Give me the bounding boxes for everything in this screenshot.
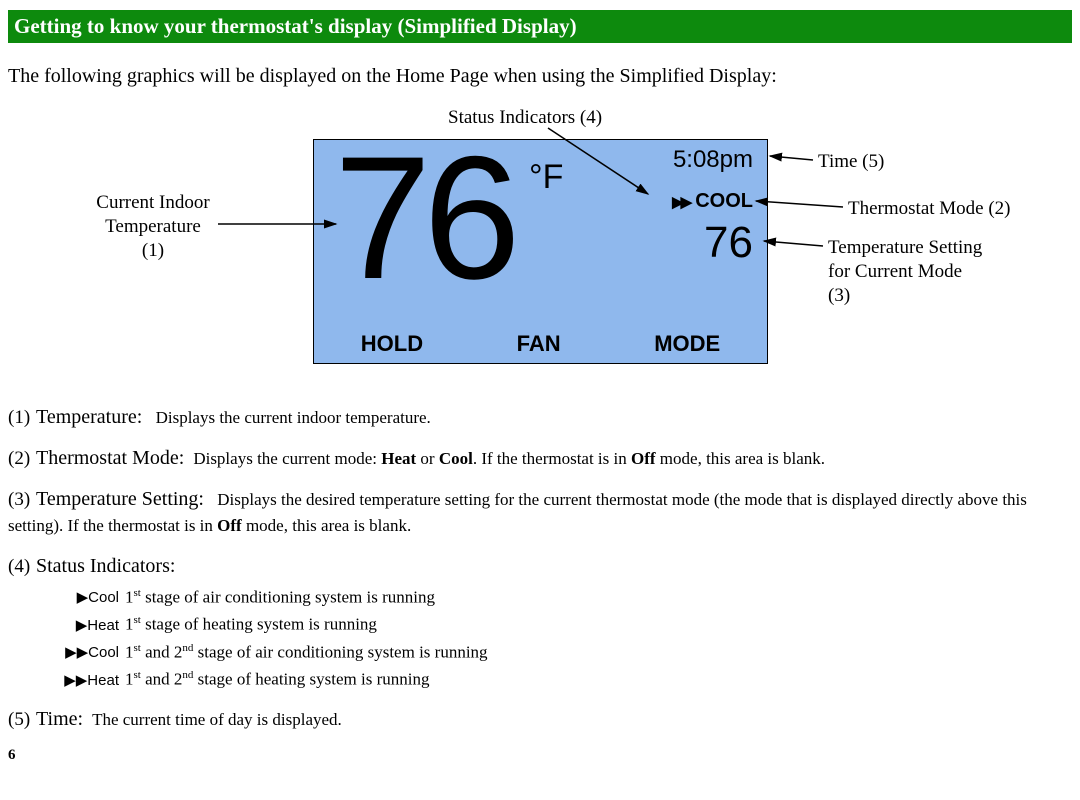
t: Off	[631, 449, 656, 468]
hold-button[interactable]: HOLD	[361, 331, 423, 357]
sym: ▶▶Heat	[60, 671, 125, 691]
list-item: (2)Thermostat Mode: Displays the current…	[8, 445, 1072, 472]
t: mode, this area is blank.	[656, 449, 826, 468]
mode-indicator: ▶▶ COOL	[672, 190, 753, 213]
sym: ▶Heat	[60, 616, 125, 636]
callout-setting-l1: Temperature Setting	[828, 236, 982, 260]
callout-setting-l2: for Current Mode	[828, 260, 982, 284]
clock: 5:08pm	[673, 146, 753, 174]
t: or	[416, 449, 439, 468]
t: stage of heating system is running	[141, 615, 377, 634]
callout-time: Time (5)	[818, 150, 884, 174]
item-lead: Temperature:	[36, 406, 142, 428]
t: stage of air conditioning system is runn…	[141, 587, 435, 606]
t: . If the thermostat is in	[473, 449, 631, 468]
intro-text: The following graphics will be displayed…	[8, 65, 1072, 88]
sym: ▶▶Cool	[60, 643, 125, 663]
t: 1	[125, 587, 134, 606]
thermostat-screen: 76 °F 5:08pm ▶▶ COOL 76 HOLD FAN MODE	[313, 139, 768, 364]
list-item: (5)Time: The current time of day is disp…	[8, 706, 1072, 733]
item-body: Displays the current indoor temperature.	[156, 408, 431, 427]
mode-text: COOL	[695, 190, 753, 213]
diagram: Status Indicators (4) Time (5) Thermosta…	[8, 106, 1068, 386]
t: Cool	[439, 449, 473, 468]
t: Off	[217, 516, 242, 535]
page-number: 6	[8, 747, 1072, 764]
item-lead: Temperature Setting:	[36, 488, 204, 510]
callout-current: Current Indoor Temperature (1)	[83, 191, 223, 262]
t: Displays the current mode:	[193, 449, 381, 468]
sym: ▶Cool	[60, 588, 125, 608]
callout-setting-l3: (3)	[828, 284, 982, 308]
t: mode, this area is blank.	[242, 516, 412, 535]
mode-button[interactable]: MODE	[654, 331, 720, 357]
item-lead: Time:	[36, 708, 83, 730]
t: stage of heating system is running	[193, 670, 429, 689]
section-banner: Getting to know your thermostat's displa…	[8, 10, 1072, 43]
item-body: The current time of day is displayed.	[92, 710, 342, 729]
item-lead: Thermostat Mode:	[36, 447, 184, 469]
t: stage of air conditioning system is runn…	[193, 642, 487, 661]
callout-current-l1: Current Indoor	[83, 191, 223, 215]
unit-label: °F	[529, 158, 563, 197]
t: Heat	[381, 449, 416, 468]
callout-current-l3: (1)	[83, 239, 223, 263]
status-row: ▶▶Heat 1st and 2nd stage of heating syst…	[60, 668, 1072, 692]
callout-current-l2: Temperature	[83, 215, 223, 239]
callout-mode: Thermostat Mode (2)	[848, 197, 1011, 221]
status-row: ▶Heat 1st stage of heating system is run…	[60, 613, 1072, 637]
list-item: (1)Temperature: Displays the current ind…	[8, 404, 1072, 431]
item-lead: Status Indicators:	[36, 555, 175, 577]
callout-setting: Temperature Setting for Current Mode (3)	[828, 236, 982, 307]
current-temp: 76	[334, 118, 513, 319]
mode-arrows-icon: ▶▶	[672, 193, 689, 211]
fan-button[interactable]: FAN	[517, 331, 561, 357]
t: 1	[125, 670, 134, 689]
t: 1	[125, 615, 134, 634]
setpoint-temp: 76	[704, 218, 753, 268]
list-item: (3)Temperature Setting: Displays the des…	[8, 486, 1072, 539]
list-item: (4)Status Indicators: ▶Cool 1st stage of…	[8, 553, 1072, 692]
numbered-list: (1)Temperature: Displays the current ind…	[8, 404, 1072, 733]
t: and 2	[141, 642, 183, 661]
status-row: ▶Cool 1st stage of air conditioning syst…	[60, 586, 1072, 610]
status-row: ▶▶Cool 1st and 2nd stage of air conditio…	[60, 641, 1072, 665]
t: 1	[125, 642, 134, 661]
t: and 2	[141, 670, 183, 689]
